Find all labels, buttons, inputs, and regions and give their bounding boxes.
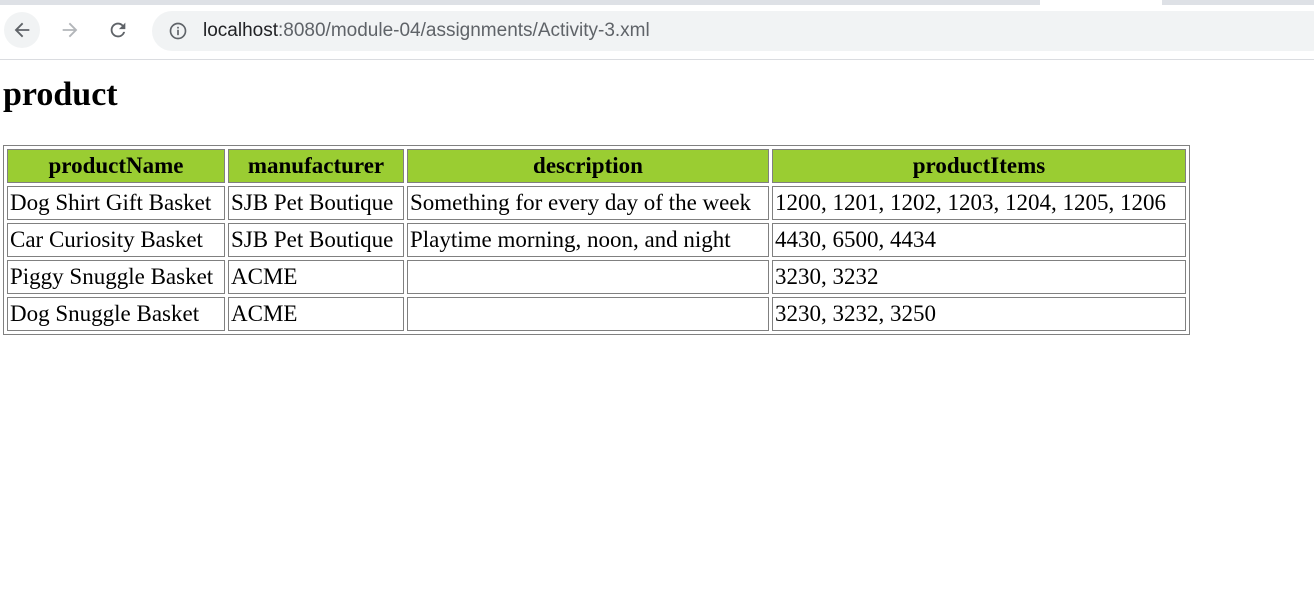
cell-manufacturer: SJB Pet Boutique (228, 223, 404, 257)
product-table: productName manufacturer description pro… (3, 145, 1190, 335)
cell-product-items: 1200, 1201, 1202, 1203, 1204, 1205, 1206 (772, 186, 1186, 220)
header-manufacturer: manufacturer (228, 149, 404, 183)
url-path: :8080/module-04/assignments/Activity-3.x… (278, 20, 650, 41)
cell-description (407, 260, 769, 294)
table-row: Car Curiosity Basket SJB Pet Boutique Pl… (7, 223, 1186, 257)
cell-product-name: Dog Snuggle Basket (7, 297, 225, 331)
header-description: description (407, 149, 769, 183)
url-text[interactable]: localhost:8080/module-04/assignments/Act… (203, 11, 650, 51)
cell-description (407, 297, 769, 331)
tab-strip-background (0, 0, 1040, 5)
cell-manufacturer: ACME (228, 260, 404, 294)
table-row: Dog Shirt Gift Basket SJB Pet Boutique S… (7, 186, 1186, 220)
cell-product-items: 3230, 3232 (772, 260, 1186, 294)
header-productname: productName (7, 149, 225, 183)
table-row: Piggy Snuggle Basket ACME 3230, 3232 (7, 260, 1186, 294)
page-content: product productName manufacturer descrip… (0, 60, 1314, 591)
site-info-icon[interactable] (168, 21, 188, 41)
url-host: localhost (203, 20, 278, 41)
address-bar[interactable]: localhost:8080/module-04/assignments/Act… (152, 11, 1314, 51)
cell-product-name: Piggy Snuggle Basket (7, 260, 225, 294)
cell-manufacturer: ACME (228, 297, 404, 331)
cell-product-items: 3230, 3232, 3250 (772, 297, 1186, 331)
cell-description: Something for every day of the week (407, 186, 769, 220)
back-arrow-icon (14, 22, 30, 38)
cell-manufacturer: SJB Pet Boutique (228, 186, 404, 220)
back-button[interactable] (4, 12, 40, 48)
browser-toolbar: localhost:8080/module-04/assignments/Act… (0, 6, 1314, 60)
cell-product-name: Dog Shirt Gift Basket (7, 186, 225, 220)
reload-button[interactable] (100, 12, 136, 48)
tab-strip-background-right (1162, 0, 1314, 5)
forward-arrow-icon (62, 22, 78, 38)
cell-product-name: Car Curiosity Basket (7, 223, 225, 257)
reload-icon (110, 22, 126, 38)
table-row: Dog Snuggle Basket ACME 3230, 3232, 3250 (7, 297, 1186, 331)
cell-description: Playtime morning, noon, and night (407, 223, 769, 257)
header-productitems: productItems (772, 149, 1186, 183)
cell-product-items: 4430, 6500, 4434 (772, 223, 1186, 257)
page-title: product (3, 76, 118, 113)
table-header-row: productName manufacturer description pro… (7, 149, 1186, 183)
forward-button[interactable] (52, 12, 88, 48)
